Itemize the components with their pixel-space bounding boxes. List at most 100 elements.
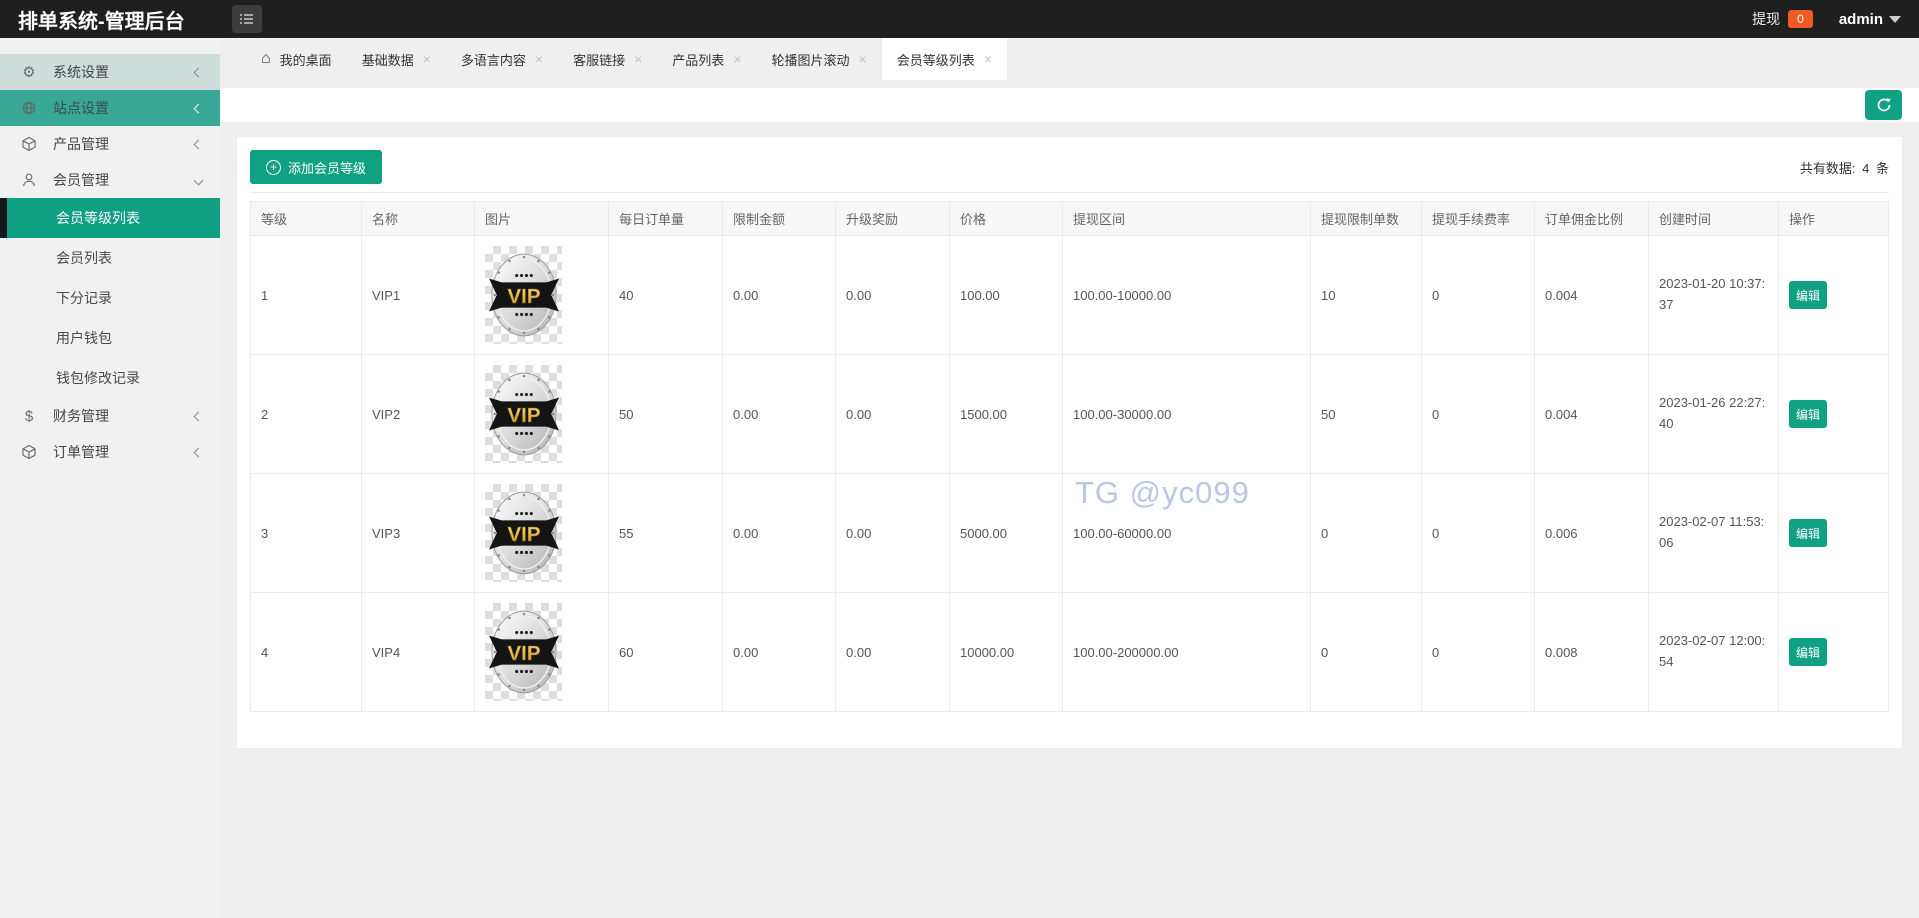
sidebar-subitem-wallet-change-records[interactable]: 钱包修改记录 xyxy=(0,358,220,398)
withdraw-entry[interactable]: 提现 0 xyxy=(1752,9,1813,29)
total-count-text: 共有数据: 4 条 xyxy=(1800,158,1889,177)
column-header-name: 名称 xyxy=(361,201,475,236)
tab-product-list[interactable]: 产品列表 × xyxy=(657,38,756,80)
sidebar-item-finance-management[interactable]: $ 财务管理 xyxy=(0,398,220,434)
table-row: 1 VIP1 VIP 40 0.00 0.00 100.00 100.00-10000.0… xyxy=(250,235,1889,355)
cell-action: 编辑 xyxy=(1778,592,1889,712)
svg-text:VIP: VIP xyxy=(507,286,540,308)
sidebar-subitem-label: 会员列表 xyxy=(56,250,112,266)
cell-level: 2 xyxy=(250,354,362,474)
edit-button[interactable]: 编辑 xyxy=(1789,281,1827,309)
cell-level: 4 xyxy=(250,592,362,712)
cube-icon xyxy=(20,136,38,152)
close-icon[interactable]: × xyxy=(984,52,992,66)
chevron-left-icon xyxy=(193,411,204,421)
tab-multilanguage-content[interactable]: 多语言内容 × xyxy=(446,38,558,80)
sidebar-subitem-label: 下分记录 xyxy=(56,290,112,306)
cell-daily_orders: 55 xyxy=(608,473,723,593)
sidebar: ⚙ 系统设置 站点设置 产品管理 会员管理 会员等级列表 会员列表 下分记录 用… xyxy=(0,38,220,918)
close-icon[interactable]: × xyxy=(535,52,543,66)
cube-icon xyxy=(20,444,38,460)
chevron-left-icon xyxy=(193,139,204,149)
sidebar-subitem-user-wallet[interactable]: 用户钱包 xyxy=(0,318,220,358)
total-label: 共有数据: xyxy=(1799,160,1856,176)
column-header-withdraw_limit_count: 提现限制单数 xyxy=(1310,201,1422,236)
cell-image: VIP xyxy=(474,354,609,474)
cell-action: 编辑 xyxy=(1778,473,1889,593)
tab-label: 客服链接 xyxy=(573,52,626,68)
tab-label: 基础数据 xyxy=(361,52,414,68)
withdraw-label: 提现 xyxy=(1752,11,1781,27)
cell-limit_amount: 0.00 xyxy=(722,473,836,593)
sidebar-subitem-member-list[interactable]: 会员列表 xyxy=(0,238,220,278)
admin-menu[interactable]: admin xyxy=(1839,11,1901,28)
divider xyxy=(250,192,1889,193)
tab-customer-service-links[interactable]: 客服链接 × xyxy=(558,38,657,80)
cell-withdraw_fee_rate: 0 xyxy=(1421,235,1535,355)
cell-withdraw_limit_count: 0 xyxy=(1310,592,1422,712)
gear-icon: ⚙ xyxy=(22,64,36,81)
cell-price: 100.00 xyxy=(949,235,1063,355)
sidebar-item-member-management[interactable]: 会员管理 xyxy=(0,162,220,198)
column-header-withdraw_range: 提现区间 xyxy=(1062,201,1311,236)
tab-member-level-list[interactable]: 会员等级列表 × xyxy=(881,38,1007,80)
topbar: 排单系统-管理后台 提现 0 admin xyxy=(0,0,1919,38)
tab-my-desktop[interactable]: ⌂ 我的桌面 xyxy=(246,38,347,80)
close-icon[interactable]: × xyxy=(733,52,741,66)
column-header-created_at: 创建时间 xyxy=(1648,201,1779,236)
add-member-level-button[interactable]: + 添加会员等级 xyxy=(250,150,383,184)
cell-level: 3 xyxy=(250,473,362,593)
home-icon: ⌂ xyxy=(261,50,271,67)
close-icon[interactable]: × xyxy=(634,52,642,66)
cell-withdraw_range: 100.00-200000.00 xyxy=(1062,592,1311,712)
sidebar-item-label: 站点设置 xyxy=(53,100,109,116)
admin-username: admin xyxy=(1838,10,1883,28)
app-title: 排单系统-管理后台 xyxy=(18,10,185,33)
table-row: 4 VIP4 VIP 60 0.00 0.00 10000.00 100.00-20000… xyxy=(250,592,1889,712)
table-row: 3 VIP3 VIP 55 0.00 0.00 5000.00 100.00-60000.… xyxy=(250,473,1889,593)
tab-strip: ⌂ 我的桌面 基础数据 × 多语言内容 × 客服链接 × 产品列表 × 轮播图片… xyxy=(220,38,1919,80)
cell-name: VIP4 xyxy=(361,592,475,712)
cell-daily_orders: 60 xyxy=(608,592,723,712)
close-icon[interactable]: × xyxy=(859,52,867,66)
cell-withdraw_limit_count: 0 xyxy=(1310,473,1422,593)
column-header-image: 图片 xyxy=(474,201,609,236)
svg-text:VIP: VIP xyxy=(507,405,540,427)
cell-created_at: 2023-02-07 12:00:54 xyxy=(1648,592,1779,712)
edit-button[interactable]: 编辑 xyxy=(1789,519,1827,547)
cell-withdraw_limit_count: 50 xyxy=(1310,354,1422,474)
tab-basic-data[interactable]: 基础数据 × xyxy=(347,38,446,80)
sidebar-subitem-member-level-list[interactable]: 会员等级列表 xyxy=(0,198,220,238)
main-area: ⌂ 我的桌面 基础数据 × 多语言内容 × 客服链接 × 产品列表 × 轮播图片… xyxy=(220,38,1919,748)
sidebar-item-system-settings[interactable]: ⚙ 系统设置 xyxy=(0,54,220,90)
user-icon xyxy=(20,172,38,188)
globe-icon xyxy=(20,100,38,116)
sidebar-item-order-management[interactable]: 订单管理 xyxy=(0,434,220,470)
cell-order_commission_rate: 0.004 xyxy=(1534,354,1649,474)
cell-price: 10000.00 xyxy=(949,592,1063,712)
cell-upgrade_reward: 0.00 xyxy=(835,592,950,712)
cell-withdraw_range: 100.00-30000.00 xyxy=(1062,354,1311,474)
sidebar-subitem-downscore-records[interactable]: 下分记录 xyxy=(0,278,220,318)
tab-carousel-images[interactable]: 轮播图片滚动 × xyxy=(757,38,882,80)
cell-limit_amount: 0.00 xyxy=(722,592,836,712)
sidebar-item-site-settings[interactable]: 站点设置 xyxy=(0,90,220,126)
cell-withdraw_limit_count: 10 xyxy=(1310,235,1422,355)
sidebar-item-product-management[interactable]: 产品管理 xyxy=(0,126,220,162)
cell-image: VIP xyxy=(474,473,609,593)
edit-button[interactable]: 编辑 xyxy=(1789,638,1827,666)
sidebar-toggle-button[interactable] xyxy=(232,5,262,33)
tab-label: 轮播图片滚动 xyxy=(771,52,850,68)
sidebar-subitem-label: 会员等级列表 xyxy=(56,210,140,226)
cell-level: 1 xyxy=(250,235,362,355)
chevron-down-icon xyxy=(1889,15,1901,23)
close-icon[interactable]: × xyxy=(423,52,431,66)
cell-order_commission_rate: 0.008 xyxy=(1534,592,1649,712)
tab-label: 会员等级列表 xyxy=(896,52,975,68)
topbar-right: 提现 0 admin xyxy=(1752,9,1919,29)
refresh-button[interactable] xyxy=(1865,90,1902,120)
cell-name: VIP3 xyxy=(361,473,475,593)
column-header-limit_amount: 限制金额 xyxy=(722,201,836,236)
sidebar-item-label: 会员管理 xyxy=(53,172,109,188)
edit-button[interactable]: 编辑 xyxy=(1789,400,1827,428)
